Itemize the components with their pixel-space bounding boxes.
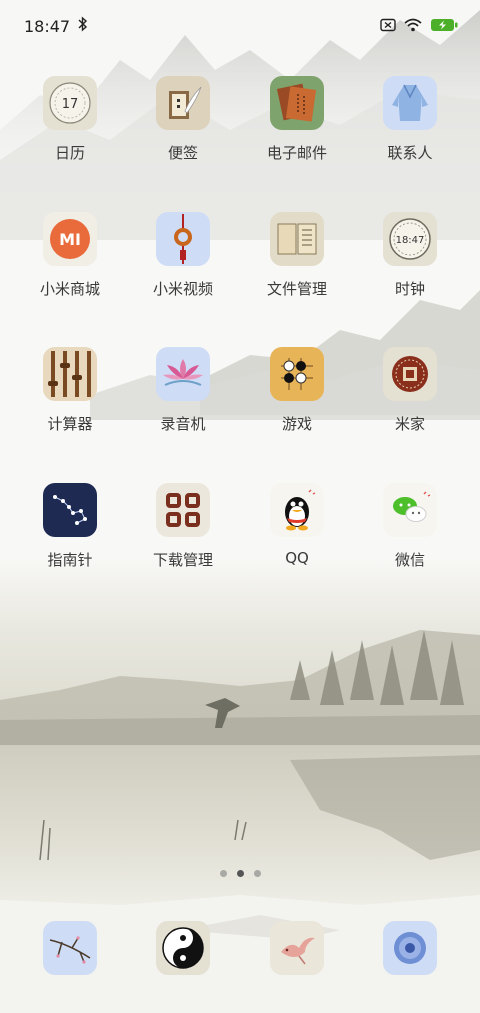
mijia-icon[interactable]	[383, 347, 437, 401]
status-time: 18:47	[24, 16, 71, 36]
wifi-icon	[404, 17, 422, 36]
app-label: 录音机	[160, 415, 206, 433]
calendar-icon[interactable]: 17	[43, 76, 97, 130]
app-label: 指南针	[47, 551, 93, 569]
email-icon[interactable]	[270, 76, 324, 130]
app-mijia[interactable]: 米家	[353, 347, 467, 434]
wechat-icon[interactable]	[383, 483, 437, 537]
app-contacts[interactable]: 联系人	[353, 76, 467, 163]
app-label: 小米视频	[152, 280, 213, 298]
bird-message-icon[interactable]	[270, 921, 324, 975]
app-email[interactable]: 电子邮件	[240, 76, 354, 163]
page-indicator[interactable]	[0, 870, 480, 877]
app-calendar[interactable]: 17 日历	[13, 76, 127, 163]
games-icon[interactable]	[270, 347, 324, 401]
calculator-icon[interactable]	[43, 347, 97, 401]
icon-text: 17	[62, 97, 79, 112]
dock	[0, 921, 480, 977]
page-dot[interactable]	[236, 870, 244, 877]
notes-icon[interactable]	[156, 76, 210, 130]
app-label: 便签	[167, 144, 198, 162]
icon-text: 18:47	[396, 235, 425, 246]
app-label: 米家	[394, 415, 425, 433]
app-label: 日历	[54, 144, 85, 162]
mi-video-icon[interactable]	[156, 212, 210, 266]
icon-text: MI	[59, 230, 81, 249]
app-clock[interactable]: 18:47 时钟	[353, 212, 467, 299]
recorder-icon[interactable]	[156, 347, 210, 401]
app-calculator[interactable]: 计算器	[13, 347, 127, 434]
phone-branch-icon[interactable]	[43, 921, 97, 975]
mi-store-icon[interactable]: MI	[43, 212, 97, 266]
no-sim-icon	[380, 17, 396, 36]
status-bar: 18:47	[0, 0, 480, 52]
contacts-icon[interactable]	[383, 76, 437, 130]
app-label: QQ	[285, 549, 309, 567]
app-label: 下载管理	[152, 551, 213, 569]
app-recorder[interactable]: 录音机	[126, 347, 240, 434]
bluetooth-icon	[78, 16, 88, 36]
app-file-manager[interactable]: 文件管理	[240, 212, 354, 299]
downloads-icon[interactable]	[156, 483, 210, 537]
yin-yang-icon[interactable]	[156, 921, 210, 975]
app-qq[interactable]: QQ	[240, 483, 354, 567]
app-wechat[interactable]: 微信	[353, 483, 467, 570]
file-manager-icon[interactable]	[270, 212, 324, 266]
app-compass[interactable]: 指南针	[13, 483, 127, 570]
app-downloads[interactable]: 下载管理	[126, 483, 240, 570]
browser-circle-icon[interactable]	[383, 921, 437, 975]
app-label: 计算器	[47, 415, 93, 433]
app-label: 小米商城	[39, 280, 100, 298]
page-dot[interactable]	[253, 870, 261, 877]
battery-charging-icon	[430, 17, 458, 36]
app-mi-store[interactable]: MI 小米商城	[13, 212, 127, 299]
app-notes[interactable]: 便签	[126, 76, 240, 163]
app-label: 微信	[394, 551, 425, 569]
app-mi-video[interactable]: 小米视频	[126, 212, 240, 299]
app-label: 联系人	[387, 144, 433, 162]
app-label: 游戏	[281, 415, 312, 433]
clock-icon[interactable]: 18:47	[383, 212, 437, 266]
app-games[interactable]: 游戏	[240, 347, 354, 434]
app-label: 电子邮件	[266, 144, 327, 162]
app-label: 文件管理	[266, 280, 327, 298]
qq-icon[interactable]	[270, 483, 324, 537]
compass-icon[interactable]	[43, 483, 97, 537]
page-dot[interactable]	[219, 870, 227, 877]
app-label: 时钟	[394, 280, 425, 298]
